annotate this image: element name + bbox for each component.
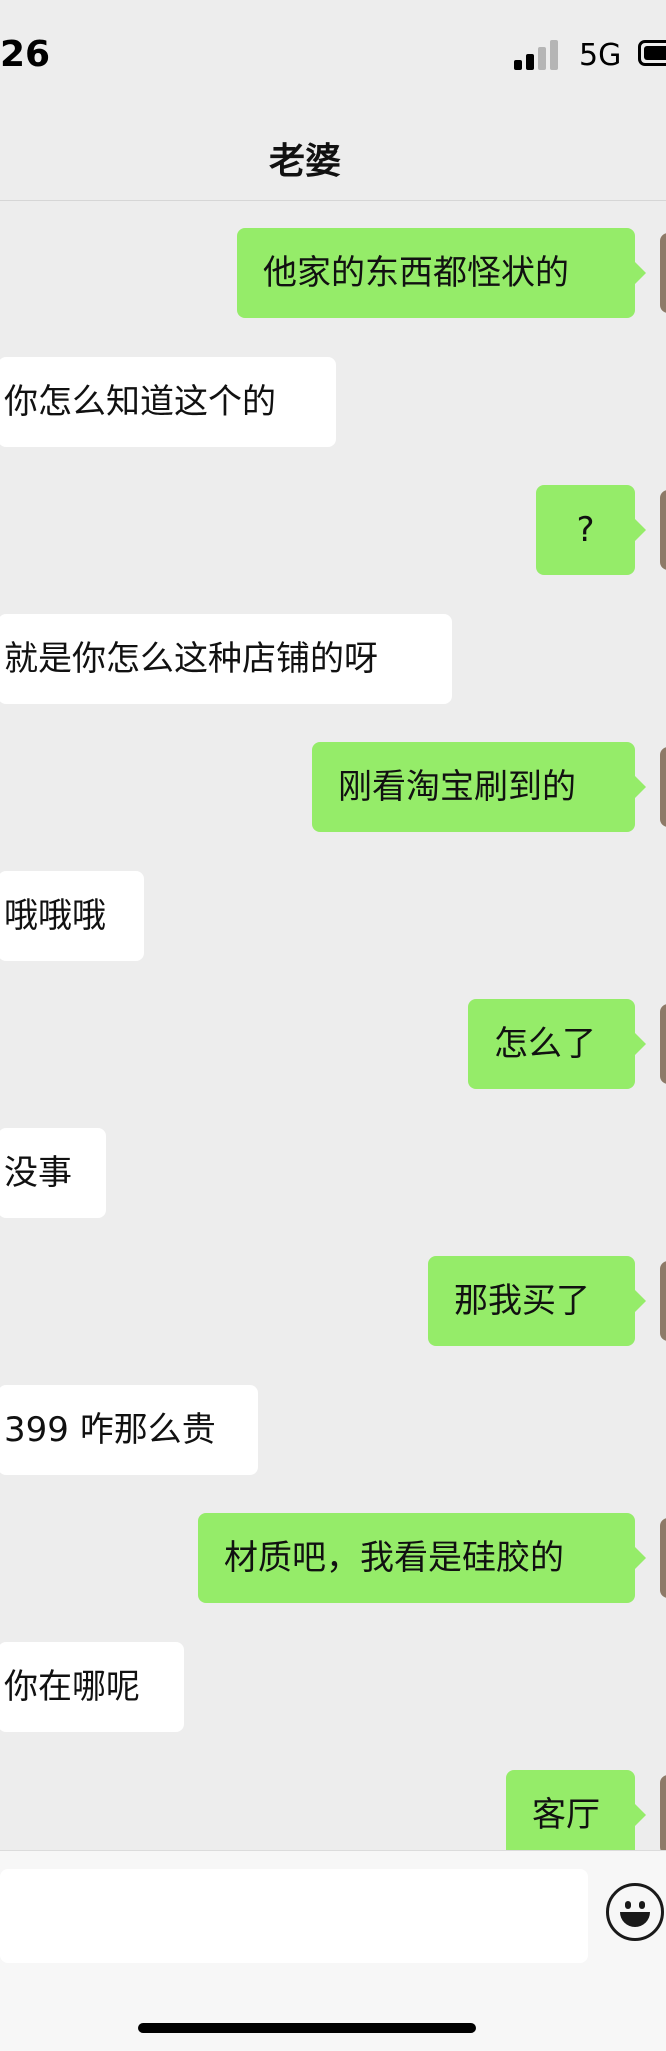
bubble-tail xyxy=(635,262,646,284)
message-bubble-incoming[interactable]: 你怎么知道这个的 xyxy=(0,357,336,447)
message-bubble-incoming[interactable]: 399 咋那么贵 xyxy=(0,1385,258,1475)
smiley-icon[interactable] xyxy=(606,1883,664,1941)
message-bubble-outgoing[interactable]: 客厅 xyxy=(506,1770,635,1860)
avatar[interactable] xyxy=(660,233,666,313)
chat-title[interactable]: 老婆 xyxy=(0,132,610,184)
message-bubble-outgoing[interactable]: 怎么了 xyxy=(468,999,635,1089)
avatar[interactable] xyxy=(660,1261,666,1341)
network-type: 5G xyxy=(579,38,622,73)
status-time: 26 xyxy=(0,34,51,75)
message-input[interactable] xyxy=(0,1869,588,1963)
home-indicator[interactable] xyxy=(138,2023,476,2033)
bubble-tail xyxy=(635,519,646,541)
avatar[interactable] xyxy=(660,490,666,570)
message-list[interactable]: 他家的东西都怪状的 你怎么知道这个的 ? 就是你怎么这种店铺的呀 刚看淘宝刷到的… xyxy=(0,200,666,1860)
avatar[interactable] xyxy=(660,1518,666,1598)
message-bubble-outgoing[interactable]: 那我买了 xyxy=(428,1256,635,1346)
status-bar: 26 5G xyxy=(0,0,666,110)
input-bar xyxy=(0,1850,666,2051)
battery-icon xyxy=(638,40,666,66)
bubble-tail xyxy=(635,1290,646,1312)
message-bubble-outgoing[interactable]: ? xyxy=(536,485,635,575)
signal-icon xyxy=(514,40,564,70)
bubble-tail xyxy=(635,1547,646,1569)
bubble-tail xyxy=(635,1804,646,1826)
avatar[interactable] xyxy=(660,1775,666,1855)
bubble-tail xyxy=(635,1033,646,1055)
message-bubble-incoming[interactable]: 你在哪呢 xyxy=(0,1642,184,1732)
message-bubble-incoming[interactable]: 就是你怎么这种店铺的呀 xyxy=(0,614,452,704)
message-bubble-outgoing[interactable]: 材质吧，我看是硅胶的 xyxy=(198,1513,635,1603)
message-bubble-outgoing[interactable]: 他家的东西都怪状的 xyxy=(237,228,635,318)
avatar[interactable] xyxy=(660,747,666,827)
message-bubble-outgoing[interactable]: 刚看淘宝刷到的 xyxy=(312,742,635,832)
message-bubble-incoming[interactable]: 哦哦哦 xyxy=(0,871,144,961)
avatar[interactable] xyxy=(660,1004,666,1084)
message-bubble-incoming[interactable]: 没事 xyxy=(0,1128,106,1218)
bubble-tail xyxy=(635,776,646,798)
chat-header: 老婆 xyxy=(0,110,666,201)
